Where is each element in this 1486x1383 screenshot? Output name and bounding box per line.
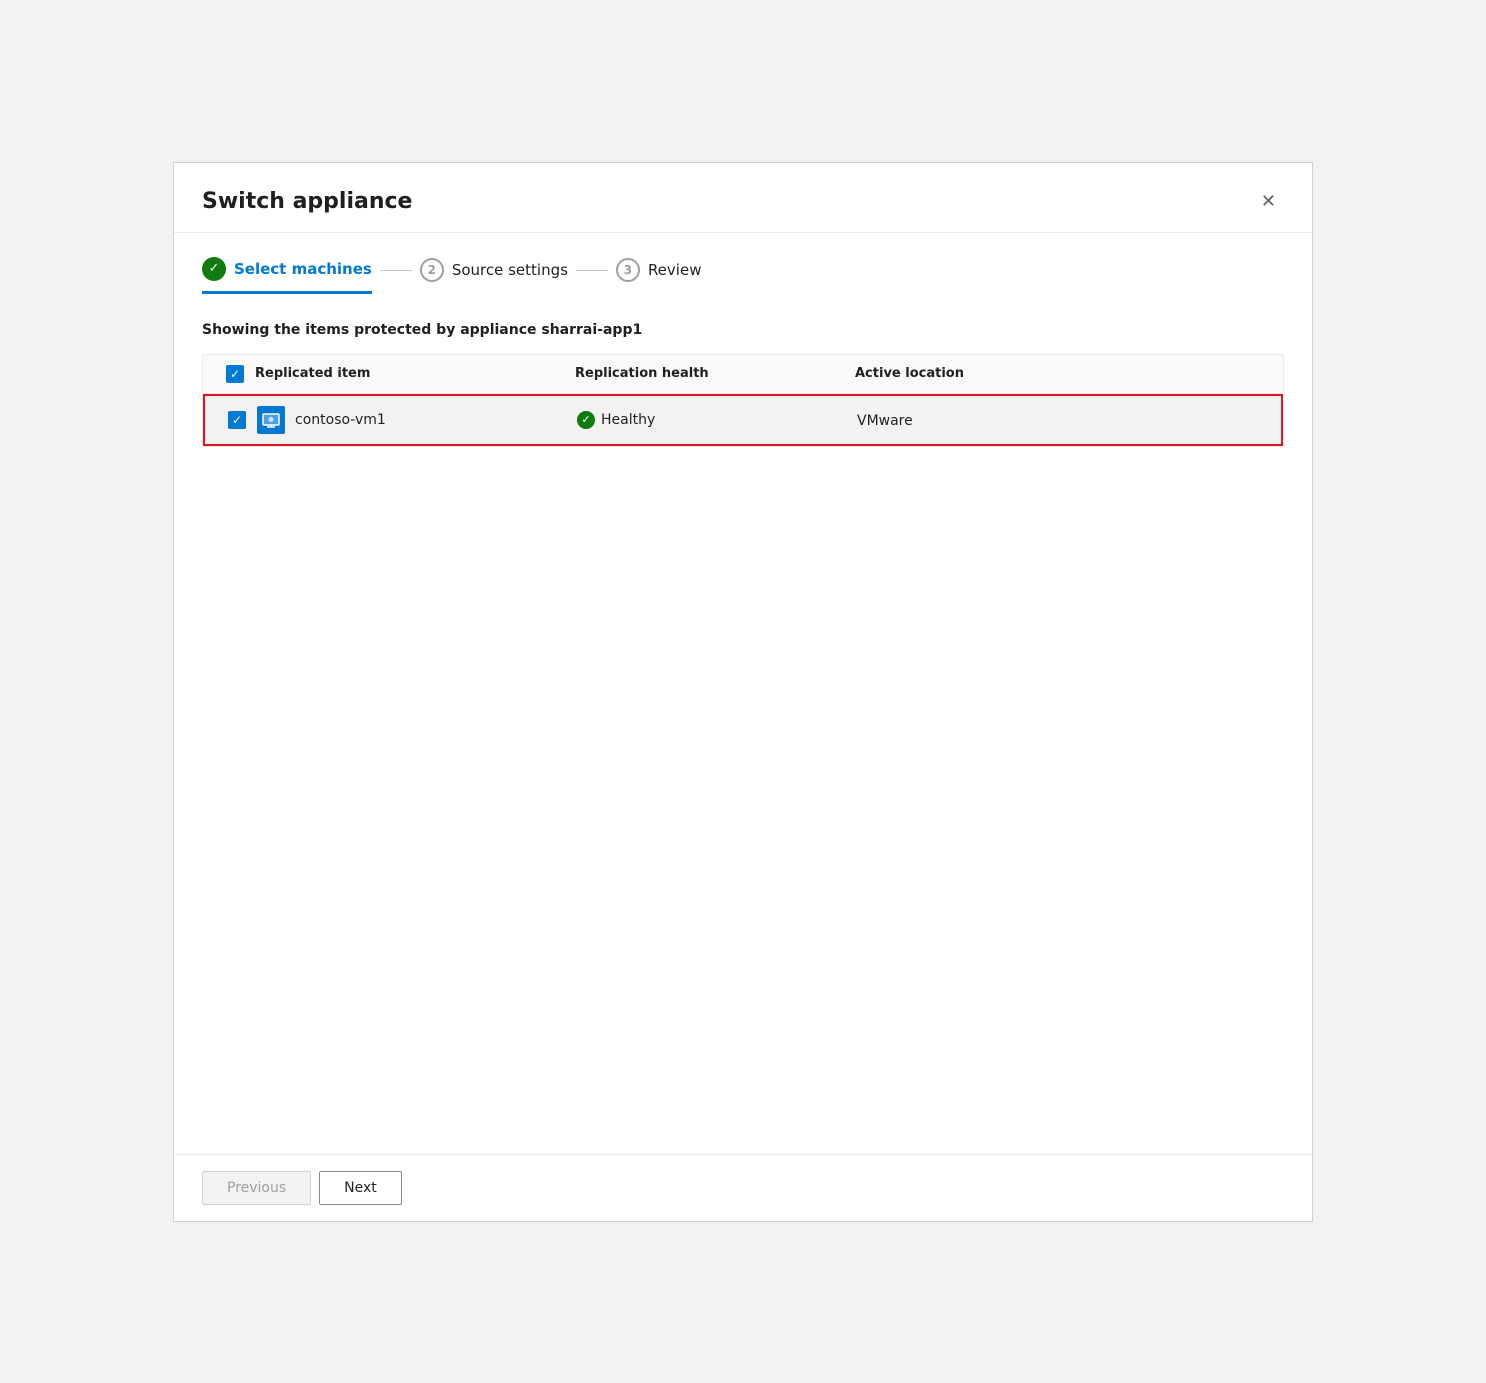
col-header-active-location: Active location <box>855 366 1271 381</box>
col-header-replicated-item: Replicated item <box>255 366 575 381</box>
row-location-cell: VMware <box>857 410 1269 429</box>
step-1-label: Select machines <box>234 260 372 278</box>
vm-icon <box>257 406 285 434</box>
machines-table: ✓ Replicated item Replication health Act… <box>202 354 1284 447</box>
step-3-number: 3 <box>624 263 632 277</box>
col-header-replication-health: Replication health <box>575 366 855 381</box>
row-checkbox-cell: ✓ <box>217 411 257 429</box>
step-source-settings[interactable]: 2 Source settings <box>420 258 568 292</box>
close-button[interactable]: ✕ <box>1253 187 1284 216</box>
active-location: VMware <box>857 413 913 429</box>
select-all-checkbox[interactable]: ✓ <box>226 365 244 383</box>
next-label: Next <box>344 1180 377 1196</box>
vm-name: contoso-vm1 <box>295 412 386 428</box>
close-icon: ✕ <box>1261 191 1276 212</box>
steps-nav: ✓ Select machines 2 Source settings 3 Re… <box>202 257 1284 294</box>
table-header-row: ✓ Replicated item Replication health Act… <box>203 355 1283 394</box>
dialog-footer: Previous Next <box>174 1154 1312 1221</box>
health-status: Healthy <box>601 412 655 428</box>
row-item-cell: contoso-vm1 <box>257 406 577 434</box>
step-3-circle: 3 <box>616 258 640 282</box>
step-2-number: 2 <box>428 263 436 277</box>
step-2-label: Source settings <box>452 261 568 279</box>
dialog-body: ✓ Select machines 2 Source settings 3 Re… <box>174 233 1312 1154</box>
step-review[interactable]: 3 Review <box>616 258 702 292</box>
previous-button[interactable]: Previous <box>202 1171 311 1205</box>
table-row[interactable]: ✓ contoso-vm1 <box>203 394 1283 446</box>
row-checkmark-icon: ✓ <box>232 414 242 426</box>
previous-label: Previous <box>227 1180 286 1196</box>
dialog-title: Switch appliance <box>202 189 412 214</box>
health-icon: ✓ <box>577 411 595 429</box>
row-checkbox[interactable]: ✓ <box>228 411 246 429</box>
next-button[interactable]: Next <box>319 1171 402 1205</box>
step-1-circle: ✓ <box>202 257 226 281</box>
step-separator-2 <box>576 270 608 271</box>
vm-icon-svg <box>262 411 280 429</box>
step-3-label: Review <box>648 261 702 279</box>
step-2-circle: 2 <box>420 258 444 282</box>
checkmark-icon: ✓ <box>209 261 220 276</box>
header-checkbox-cell: ✓ <box>215 365 255 383</box>
row-health-cell: ✓ Healthy <box>577 411 857 429</box>
step-separator-1 <box>380 270 412 271</box>
health-checkmark-icon: ✓ <box>581 413 590 426</box>
switch-appliance-dialog: Switch appliance ✕ ✓ Select machines 2 S… <box>173 162 1313 1222</box>
step-select-machines[interactable]: ✓ Select machines <box>202 257 372 294</box>
dialog-header: Switch appliance ✕ <box>174 163 1312 233</box>
section-description: Showing the items protected by appliance… <box>202 322 1284 338</box>
select-all-checkmark: ✓ <box>230 368 240 380</box>
